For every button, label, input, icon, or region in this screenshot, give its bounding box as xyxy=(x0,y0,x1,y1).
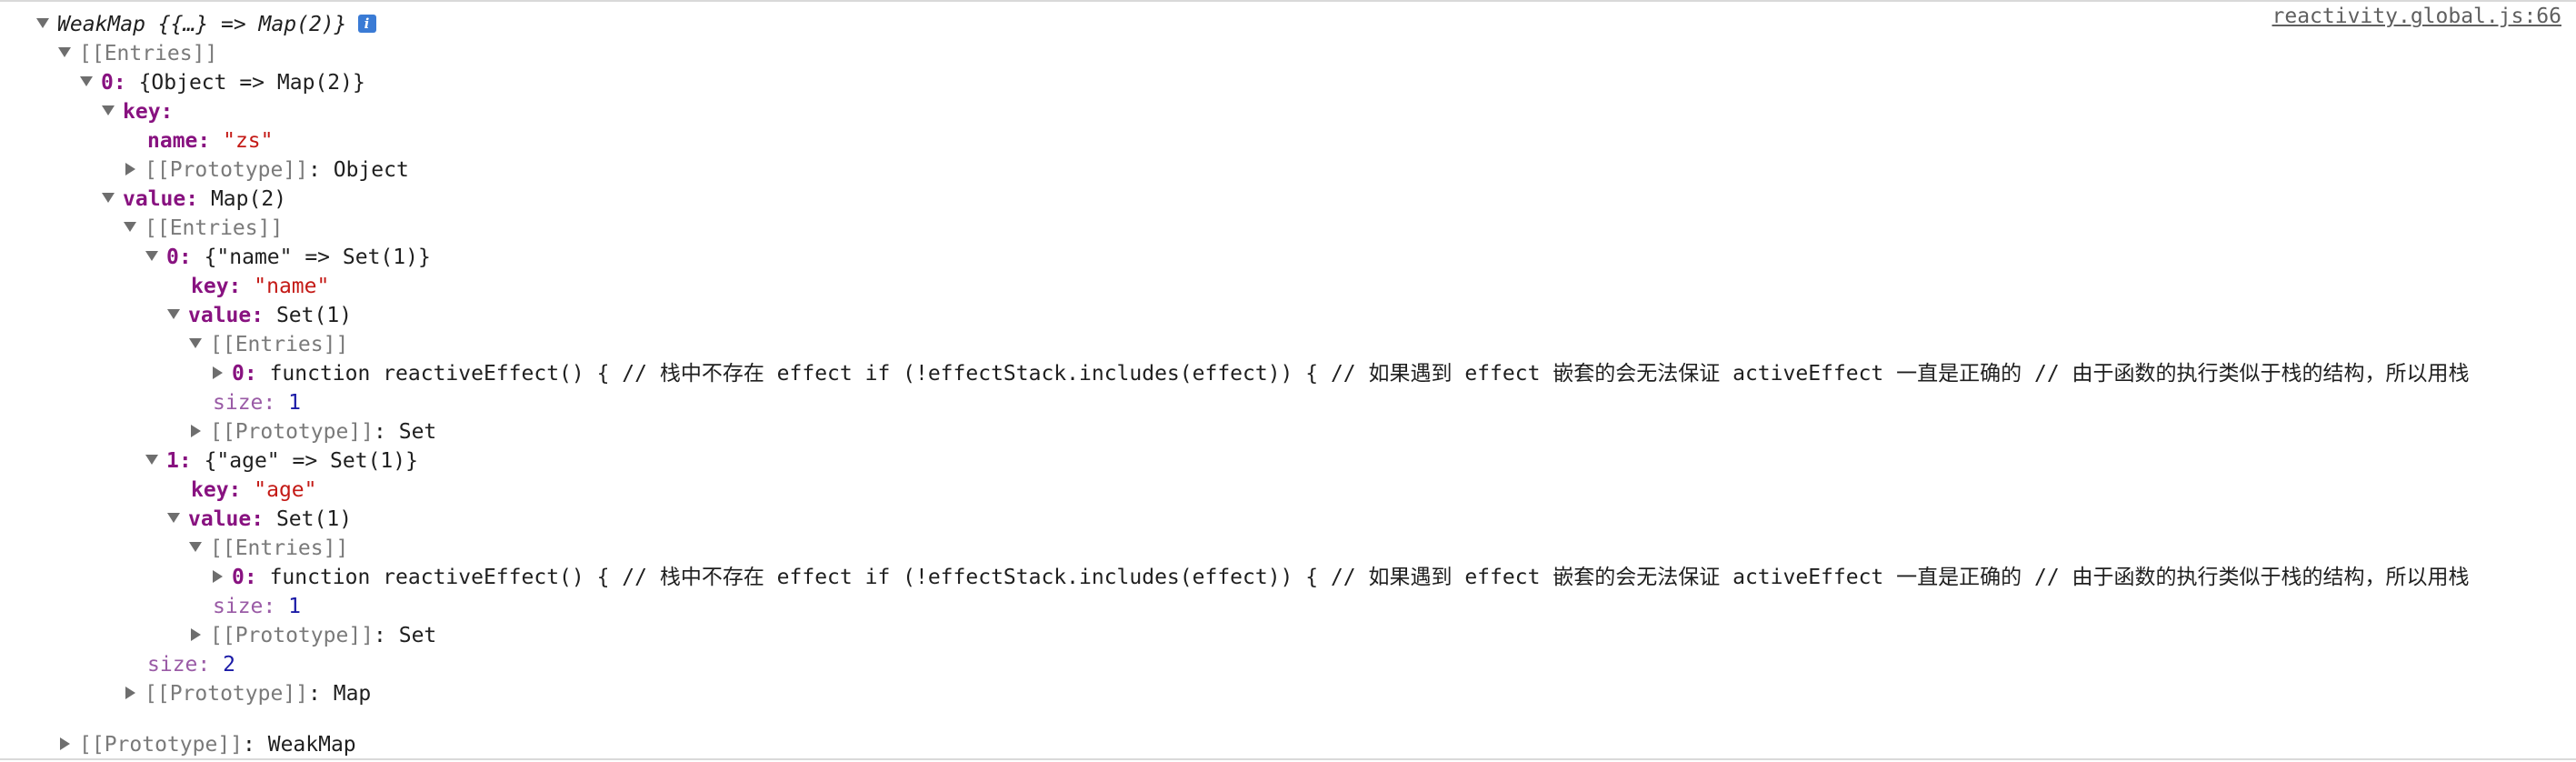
key-value: "age" xyxy=(254,478,317,502)
key-value: "name" xyxy=(254,275,330,298)
value-summary: Set(1) xyxy=(275,507,353,531)
info-icon[interactable]: i xyxy=(357,14,376,33)
tree-row-key: key: "age" xyxy=(191,478,317,502)
tree-row-prototype[interactable]: [[Prototype]]: Object xyxy=(0,155,2576,185)
bottom-divider xyxy=(0,758,2576,760)
entry-summary: {Object => Map(2)} xyxy=(138,71,365,95)
prototype-label: [[Prototype]] xyxy=(145,682,309,706)
tree-row-value[interactable]: value: Set(1) xyxy=(0,301,2576,330)
function-preview: function reactiveEffect() { // 栈中不存在 eff… xyxy=(269,566,2470,589)
tree-row-entry-0[interactable]: 0: {Object => Map(2)} xyxy=(0,68,2576,97)
key-label: key xyxy=(191,275,229,298)
value-summary: Set(1) xyxy=(275,304,353,327)
prototype-value: WeakMap xyxy=(267,733,356,757)
entries-label: [[Entries]] xyxy=(210,333,349,356)
triangle-right-icon[interactable] xyxy=(191,627,201,641)
entries-label: [[Entries]] xyxy=(79,42,218,65)
size-label: size xyxy=(213,391,264,415)
property-value: "zs" xyxy=(223,129,274,153)
entries-label: [[Entries]] xyxy=(210,536,349,560)
size-label: size xyxy=(213,595,264,618)
tree-row-prototype[interactable]: [[Prototype]]: Set xyxy=(0,417,2576,446)
triangle-down-icon[interactable] xyxy=(189,542,202,552)
triangle-down-icon[interactable] xyxy=(189,338,202,348)
tree-row-size: size: 2 xyxy=(147,653,235,677)
triangle-down-icon[interactable] xyxy=(167,513,180,523)
prototype-label: [[Prototype]] xyxy=(210,420,374,444)
entry-index: 1 xyxy=(166,449,179,473)
entry-summary: {"age" => Set(1)} xyxy=(204,449,418,473)
prototype-value: Set xyxy=(398,624,437,647)
triangle-right-icon[interactable] xyxy=(191,424,201,437)
entry-index: 0 xyxy=(232,566,245,589)
triangle-right-icon[interactable] xyxy=(125,162,135,175)
size-value: 2 xyxy=(223,653,235,677)
entry-index: 0 xyxy=(232,362,245,386)
key-label: key xyxy=(123,100,161,124)
function-preview: function reactiveEffect() { // 栈中不存在 eff… xyxy=(269,362,2470,386)
triangle-right-icon[interactable] xyxy=(60,737,70,750)
triangle-down-icon[interactable] xyxy=(102,105,115,115)
tree-row-key[interactable]: key: xyxy=(0,97,2576,126)
prototype-value: Map xyxy=(333,682,372,706)
prototype-value: Set xyxy=(398,420,437,444)
entry-index: 0 xyxy=(101,71,114,95)
tree-row-value[interactable]: value: Map(2) xyxy=(0,185,2576,214)
size-value: 1 xyxy=(288,391,301,415)
tree-row-entry-0[interactable]: 0: {"name" => Set(1)} xyxy=(0,243,2576,272)
tree-row-entries[interactable]: [[Entries]] xyxy=(0,330,2576,359)
key-label: key xyxy=(191,478,229,502)
triangle-down-icon[interactable] xyxy=(80,76,93,86)
tree-row-entries[interactable]: [[Entries]] xyxy=(0,214,2576,243)
triangle-right-icon[interactable] xyxy=(125,686,135,699)
triangle-right-icon[interactable] xyxy=(213,569,223,583)
triangle-down-icon[interactable] xyxy=(124,222,136,232)
entries-label: [[Entries]] xyxy=(145,216,284,240)
top-divider xyxy=(0,0,2576,2)
tree-row-weakmap[interactable]: WeakMap {{…} => Map(2)} i xyxy=(0,10,2576,39)
prototype-value: Object xyxy=(333,158,409,182)
triangle-down-icon[interactable] xyxy=(145,251,158,261)
value-label: value xyxy=(188,507,252,531)
tree-row-entries[interactable]: [[Entries]] xyxy=(0,39,2576,68)
tree-row-entries[interactable]: [[Entries]] xyxy=(0,534,2576,563)
tree-row-prototype[interactable]: [[Prototype]]: Map xyxy=(0,679,2576,708)
tree-row-function[interactable]: 0: function reactiveEffect() { // 栈中不存在 … xyxy=(0,359,2576,388)
size-label: size xyxy=(147,653,198,677)
triangle-down-icon[interactable] xyxy=(167,309,180,319)
prototype-label: [[Prototype]] xyxy=(210,624,374,647)
entry-summary: {"name" => Set(1)} xyxy=(204,246,431,269)
entry-index: 0 xyxy=(166,246,179,269)
value-summary: Map(2) xyxy=(210,187,287,211)
tree-row-name: name: "zs" xyxy=(147,129,274,153)
size-value: 1 xyxy=(288,595,301,618)
weakmap-summary: WeakMap {{…} => Map(2)} xyxy=(57,13,347,36)
tree-row-prototype[interactable]: [[Prototype]]: WeakMap xyxy=(0,730,2576,759)
triangle-down-icon[interactable] xyxy=(36,18,49,28)
triangle-down-icon[interactable] xyxy=(102,193,115,203)
tree-row-size: size: 1 xyxy=(213,391,301,415)
tree-row-value[interactable]: value: Set(1) xyxy=(0,505,2576,534)
tree-row-key: key: "name" xyxy=(191,275,330,298)
tree-row-prototype[interactable]: [[Prototype]]: Set xyxy=(0,621,2576,650)
value-label: value xyxy=(188,304,252,327)
triangle-down-icon[interactable] xyxy=(145,455,158,465)
tree-row-entry-1[interactable]: 1: {"age" => Set(1)} xyxy=(0,446,2576,476)
tree-row-size: size: 1 xyxy=(213,595,301,618)
tree-row-function[interactable]: 0: function reactiveEffect() { // 栈中不存在 … xyxy=(0,563,2576,592)
triangle-right-icon[interactable] xyxy=(213,366,223,379)
property-name: name xyxy=(147,129,198,153)
prototype-label: [[Prototype]] xyxy=(79,733,244,757)
value-label: value xyxy=(123,187,186,211)
prototype-label: [[Prototype]] xyxy=(145,158,309,182)
triangle-down-icon[interactable] xyxy=(58,47,71,57)
